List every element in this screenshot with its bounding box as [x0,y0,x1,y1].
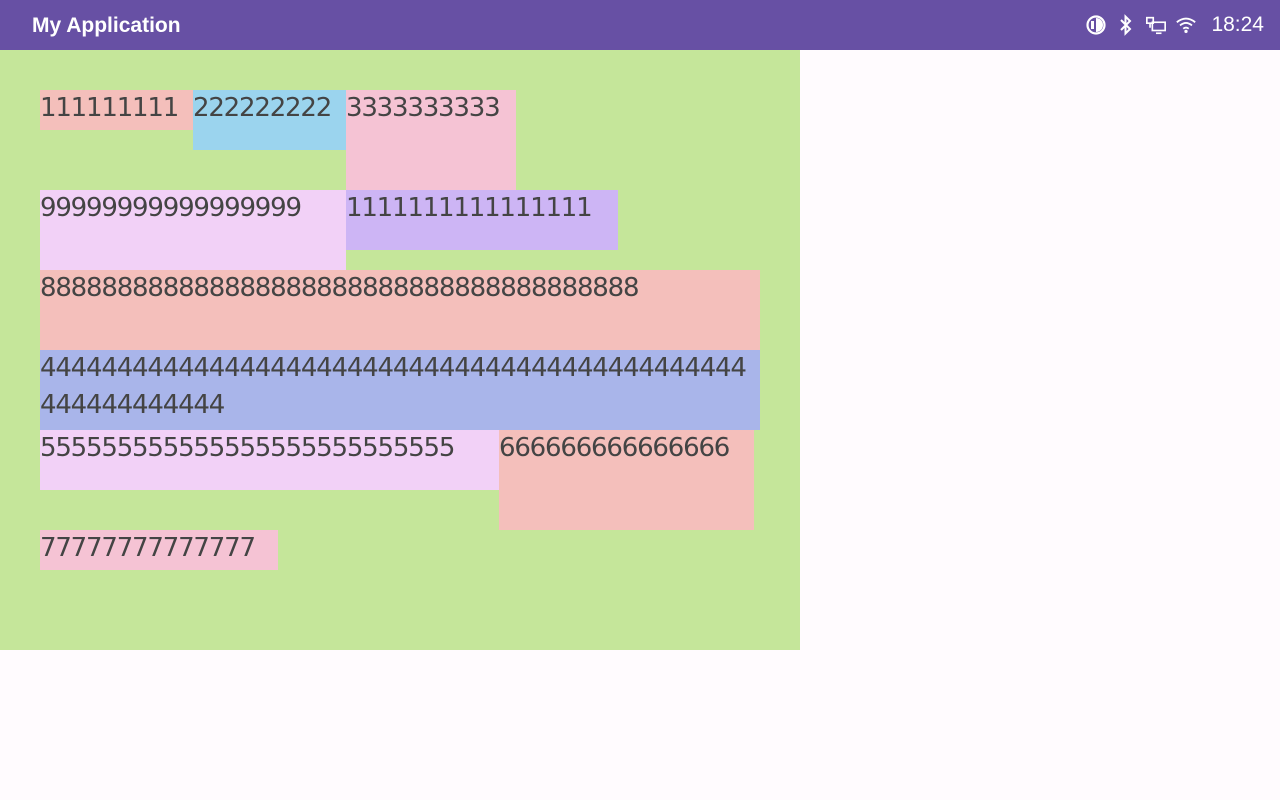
item-2: 222222222 [193,90,346,150]
app-bar: My Application 18:24 [0,0,1280,50]
item-1b: 1111111111111111 [346,190,618,250]
item-8: 888888888888888888888888888888888888888 [40,270,760,350]
flow-layout-container: 111111111 222222222 3333333333 999999999… [0,50,800,650]
bluetooth-icon [1115,14,1137,36]
app-title: My Application [32,14,181,37]
data-saver-icon [1085,14,1107,36]
item-9: 99999999999999999 [40,190,346,270]
status-bar: 18:24 [1077,0,1264,50]
ethernet-icon [1145,14,1167,36]
item-5: 555555555555555555555555555 [40,430,499,490]
status-clock: 18:24 [1211,13,1264,36]
wifi-icon [1175,14,1197,36]
item-1a: 111111111 [40,90,193,130]
item-7: 77777777777777 [40,530,278,570]
item-6: 666666666666666 [499,430,754,530]
item-3: 3333333333 [346,90,516,190]
item-4: 4444444444444444444444444444444444444444… [40,350,760,430]
